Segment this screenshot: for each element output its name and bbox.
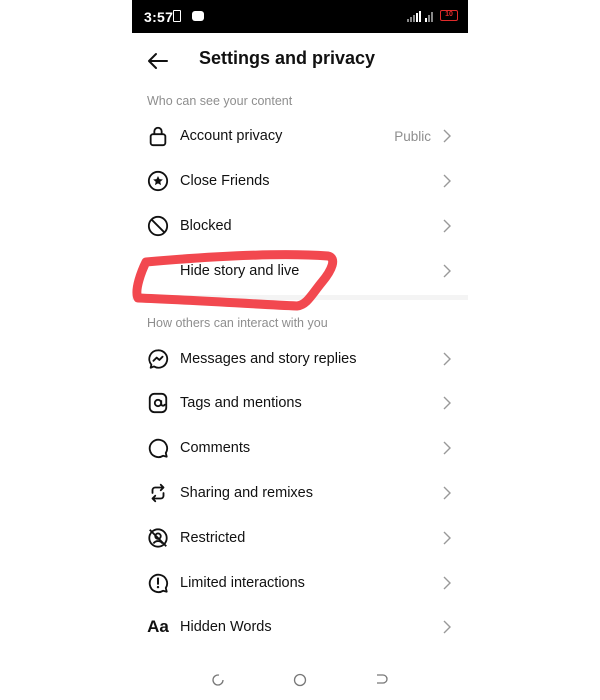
section-divider [132,295,468,301]
chevron-right-icon [443,396,451,410]
settings-row-restricted[interactable]: Restricted [132,515,468,560]
settings-row-tags[interactable]: Tags and mentions [132,381,468,426]
chevron-right-icon [443,486,451,500]
settings-row-close-friends[interactable]: Close Friends [132,159,468,204]
row-label: Limited interactions [180,574,305,591]
settings-row-blocked[interactable]: Blocked [132,204,468,249]
row-label: Tags and mentions [180,395,302,412]
section-label-interactions: How others can interact with you [147,316,328,331]
settings-row-hide-story[interactable]: Hide story and live [132,248,468,293]
row-label: Close Friends [180,173,270,190]
repost-icon [146,481,170,505]
blocked-icon [146,214,170,238]
at-sign-icon [146,391,170,415]
signal-icon [407,10,433,22]
chevron-right-icon [443,620,451,634]
lock-icon [146,124,170,148]
chevron-right-icon [443,441,451,455]
chevron-right-icon [443,174,451,188]
section-label-visibility: Who can see your content [147,94,293,108]
home-button-icon[interactable] [293,673,307,687]
messenger-icon [146,347,170,371]
settings-row-limited[interactable]: Limited interactions [132,560,468,605]
system-nav-bar [132,660,468,700]
status-time: 3:57 [144,9,174,25]
row-label: Hide story and live [180,262,300,279]
chevron-right-icon [443,352,451,366]
phone-screen: 3:57 10 Settings and privacy Who can see… [132,0,468,700]
chevron-right-icon [443,129,451,143]
row-label: Hidden Words [180,619,272,636]
star-circle-icon [146,169,170,193]
settings-row-messages[interactable]: Messages and story replies [132,336,468,381]
row-label: Comments [180,440,251,457]
row-label: Sharing and remixes [180,484,313,501]
limited-interactions-icon [146,571,170,595]
settings-row-comments[interactable]: Comments [132,426,468,471]
header: Settings and privacy [132,33,468,88]
status-bar: 3:57 10 [132,0,468,33]
settings-row-hidden-words[interactable]: Aa Hidden Words [132,605,468,650]
restricted-icon [146,526,170,550]
back-arrow-icon[interactable] [146,49,170,73]
page-title: Settings and privacy [199,48,376,68]
row-label: Messages and story replies [180,350,357,367]
game-controller-icon [192,11,204,21]
recents-button-icon[interactable] [211,673,225,687]
chevron-right-icon [443,219,451,233]
hidden-words-icon: Aa [147,617,169,637]
chevron-right-icon [443,531,451,545]
battery-icon: 10 [440,10,458,21]
sim-icon [173,10,181,22]
row-label: Account privacy [180,128,283,145]
row-label: Blocked [180,217,232,234]
privacy-value: Public [394,128,431,144]
row-label: Restricted [180,529,246,546]
settings-row-account-privacy[interactable]: Account privacy Public [132,114,468,159]
comment-icon [146,436,170,460]
chevron-right-icon [443,264,451,278]
settings-row-sharing[interactable]: Sharing and remixes [132,471,468,516]
back-button-icon[interactable] [375,673,389,687]
chevron-right-icon [443,576,451,590]
